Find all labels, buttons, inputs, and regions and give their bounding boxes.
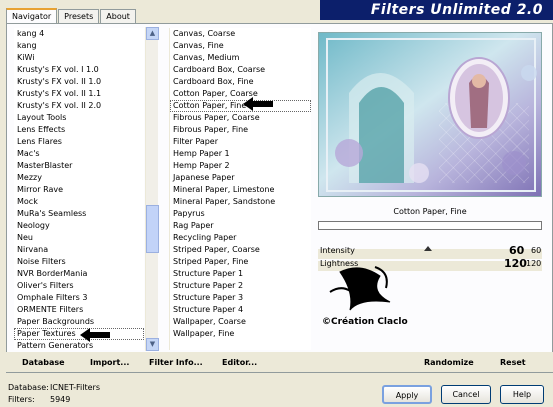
category-list-item[interactable]: kang 4: [14, 28, 144, 40]
filter-list-item[interactable]: Cardboard Box, Coarse: [170, 64, 311, 76]
category-list-item[interactable]: kang: [14, 40, 144, 52]
preview-image: [318, 32, 542, 197]
arrow-pointer-icon: [243, 97, 273, 111]
watermark-text: ©Création Claclo: [322, 316, 408, 327]
arrow-pointer-icon: [80, 328, 110, 342]
scroll-down-icon[interactable]: ▼: [146, 338, 159, 351]
slider-value: 60: [509, 244, 525, 257]
category-list-item[interactable]: Lens Flares: [14, 136, 144, 148]
category-list-item[interactable]: Omphale Filters 3: [14, 292, 144, 304]
filter-list-item[interactable]: Canvas, Fine: [170, 40, 311, 52]
filter-list-item[interactable]: Striped Paper, Fine: [170, 256, 311, 268]
filter-list-item[interactable]: Filter Paper: [170, 136, 311, 148]
reset-button[interactable]: Reset: [500, 358, 526, 367]
filter-list[interactable]: Canvas, Coarse Canvas, Fine Canvas, Medium…: [169, 28, 311, 350]
filter-list-item[interactable]: Cardboard Box, Fine: [170, 76, 311, 88]
tab-strip: Navigator Presets About: [6, 8, 137, 24]
filter-list-item[interactable]: Structure Paper 4: [170, 304, 311, 316]
import-button[interactable]: Import...: [90, 358, 129, 367]
filter-list-item[interactable]: Wallpaper, Fine: [170, 328, 311, 340]
filters-label: Filters:: [8, 395, 35, 404]
tab-presets[interactable]: Presets: [58, 9, 100, 24]
category-list-item[interactable]: Paper Backgrounds: [14, 316, 144, 328]
category-list-item[interactable]: KiWi: [14, 52, 144, 64]
filter-list-item[interactable]: Structure Paper 3: [170, 292, 311, 304]
category-list-item[interactable]: Mock: [14, 196, 144, 208]
filter-list-item[interactable]: Japanese Paper: [170, 172, 311, 184]
category-list-item[interactable]: Layout Tools: [14, 112, 144, 124]
category-list-item[interactable]: Pattern Generators: [14, 340, 144, 350]
tab-about[interactable]: About: [100, 9, 136, 24]
category-list[interactable]: kang 4 kang KiWi Krusty's FX vol. I 1.0 Krus…: [14, 28, 144, 350]
category-list-item[interactable]: Oliver's Filters: [14, 280, 144, 292]
filter-list-item[interactable]: Hemp Paper 1: [170, 148, 311, 160]
slider-label: Intensity: [320, 246, 355, 255]
watermark-logo: ©Création Claclo: [322, 266, 408, 327]
category-list-item[interactable]: Neology: [14, 220, 144, 232]
category-list-item[interactable]: Krusty's FX vol. I 1.0: [14, 64, 144, 76]
list-button-bar: Database Import... Filter Info... Editor…: [6, 352, 318, 372]
category-list-item[interactable]: Nirvana: [14, 244, 144, 256]
database-button[interactable]: Database: [22, 358, 65, 367]
randomize-button[interactable]: Randomize: [424, 358, 474, 367]
progress-bar: [318, 221, 542, 230]
tab-navigator[interactable]: Navigator: [6, 8, 58, 24]
filters-value: 5949: [50, 395, 71, 404]
status-info: Database: ICNET-Filters Filters: 5949: [8, 383, 128, 407]
slider-value: 120: [504, 257, 527, 270]
filter-list-item[interactable]: Striped Paper, Coarse: [170, 244, 311, 256]
filter-list-item[interactable]: Rag Paper: [170, 220, 311, 232]
category-list-item[interactable]: Neu: [14, 232, 144, 244]
filter-list-item[interactable]: Papyrus: [170, 208, 311, 220]
filter-list-item[interactable]: Hemp Paper 2: [170, 160, 311, 172]
category-list-item[interactable]: ORMENTE Filters: [14, 304, 144, 316]
category-scrollbar[interactable]: ▲ ▼: [145, 27, 159, 351]
filter-name-display: Cotton Paper, Fine: [318, 205, 542, 219]
filter-list-item[interactable]: Canvas, Medium: [170, 52, 311, 64]
filter-list-item[interactable]: Recycling Paper: [170, 232, 311, 244]
preset-button-bar: Randomize Reset: [318, 352, 553, 372]
filter-list-item[interactable]: Wallpaper, Coarse: [170, 316, 311, 328]
category-list-item[interactable]: Krusty's FX vol. II 1.0: [14, 76, 144, 88]
scroll-up-icon[interactable]: ▲: [146, 27, 159, 40]
filter-list-item[interactable]: Mineral Paper, Limestone: [170, 184, 311, 196]
filter-list-item[interactable]: Structure Paper 1: [170, 268, 311, 280]
category-list-item[interactable]: MasterBlaster: [14, 160, 144, 172]
slider-value-small: 120: [526, 259, 542, 268]
category-list-item[interactable]: Mac's: [14, 148, 144, 160]
filter-list-item[interactable]: Cotton Paper, Coarse: [170, 88, 311, 100]
category-list-item[interactable]: NVR BorderMania: [14, 268, 144, 280]
cancel-button[interactable]: Cancel: [441, 385, 491, 404]
slider-value-small: 60: [531, 246, 542, 255]
apply-button[interactable]: Apply: [382, 385, 432, 404]
filter-list-item[interactable]: Structure Paper 2: [170, 280, 311, 292]
category-list-item[interactable]: Krusty's FX vol. II 1.1: [14, 88, 144, 100]
filter-list-item[interactable]: Cotton Paper, Fine: [170, 100, 311, 112]
category-list-item[interactable]: Noise Filters: [14, 256, 144, 268]
filter-list-item[interactable]: Mineral Paper, Sandstone: [170, 196, 311, 208]
database-label: Database:: [8, 383, 49, 392]
editor-button[interactable]: Editor...: [222, 358, 257, 367]
filter-list-item[interactable]: Fibrous Paper, Coarse: [170, 112, 311, 124]
category-list-item[interactable]: Krusty's FX vol. II 2.0: [14, 100, 144, 112]
category-list-item[interactable]: MuRa's Seamless: [14, 208, 144, 220]
filter-list-item[interactable]: Canvas, Coarse: [170, 28, 311, 40]
category-list-item[interactable]: Lens Effects: [14, 124, 144, 136]
database-value: ICNET-Filters: [50, 383, 101, 392]
category-list-item[interactable]: Paper Textures: [14, 328, 144, 340]
help-button[interactable]: Help: [500, 385, 544, 404]
category-list-item[interactable]: Mirror Rave: [14, 184, 144, 196]
category-list-item[interactable]: Mezzy: [14, 172, 144, 184]
filter-list-item[interactable]: Fibrous Paper, Fine: [170, 124, 311, 136]
scroll-thumb[interactable]: [146, 205, 159, 253]
app-title: Filters Unlimited 2.0: [320, 0, 553, 20]
filter-info-button[interactable]: Filter Info...: [149, 358, 203, 367]
